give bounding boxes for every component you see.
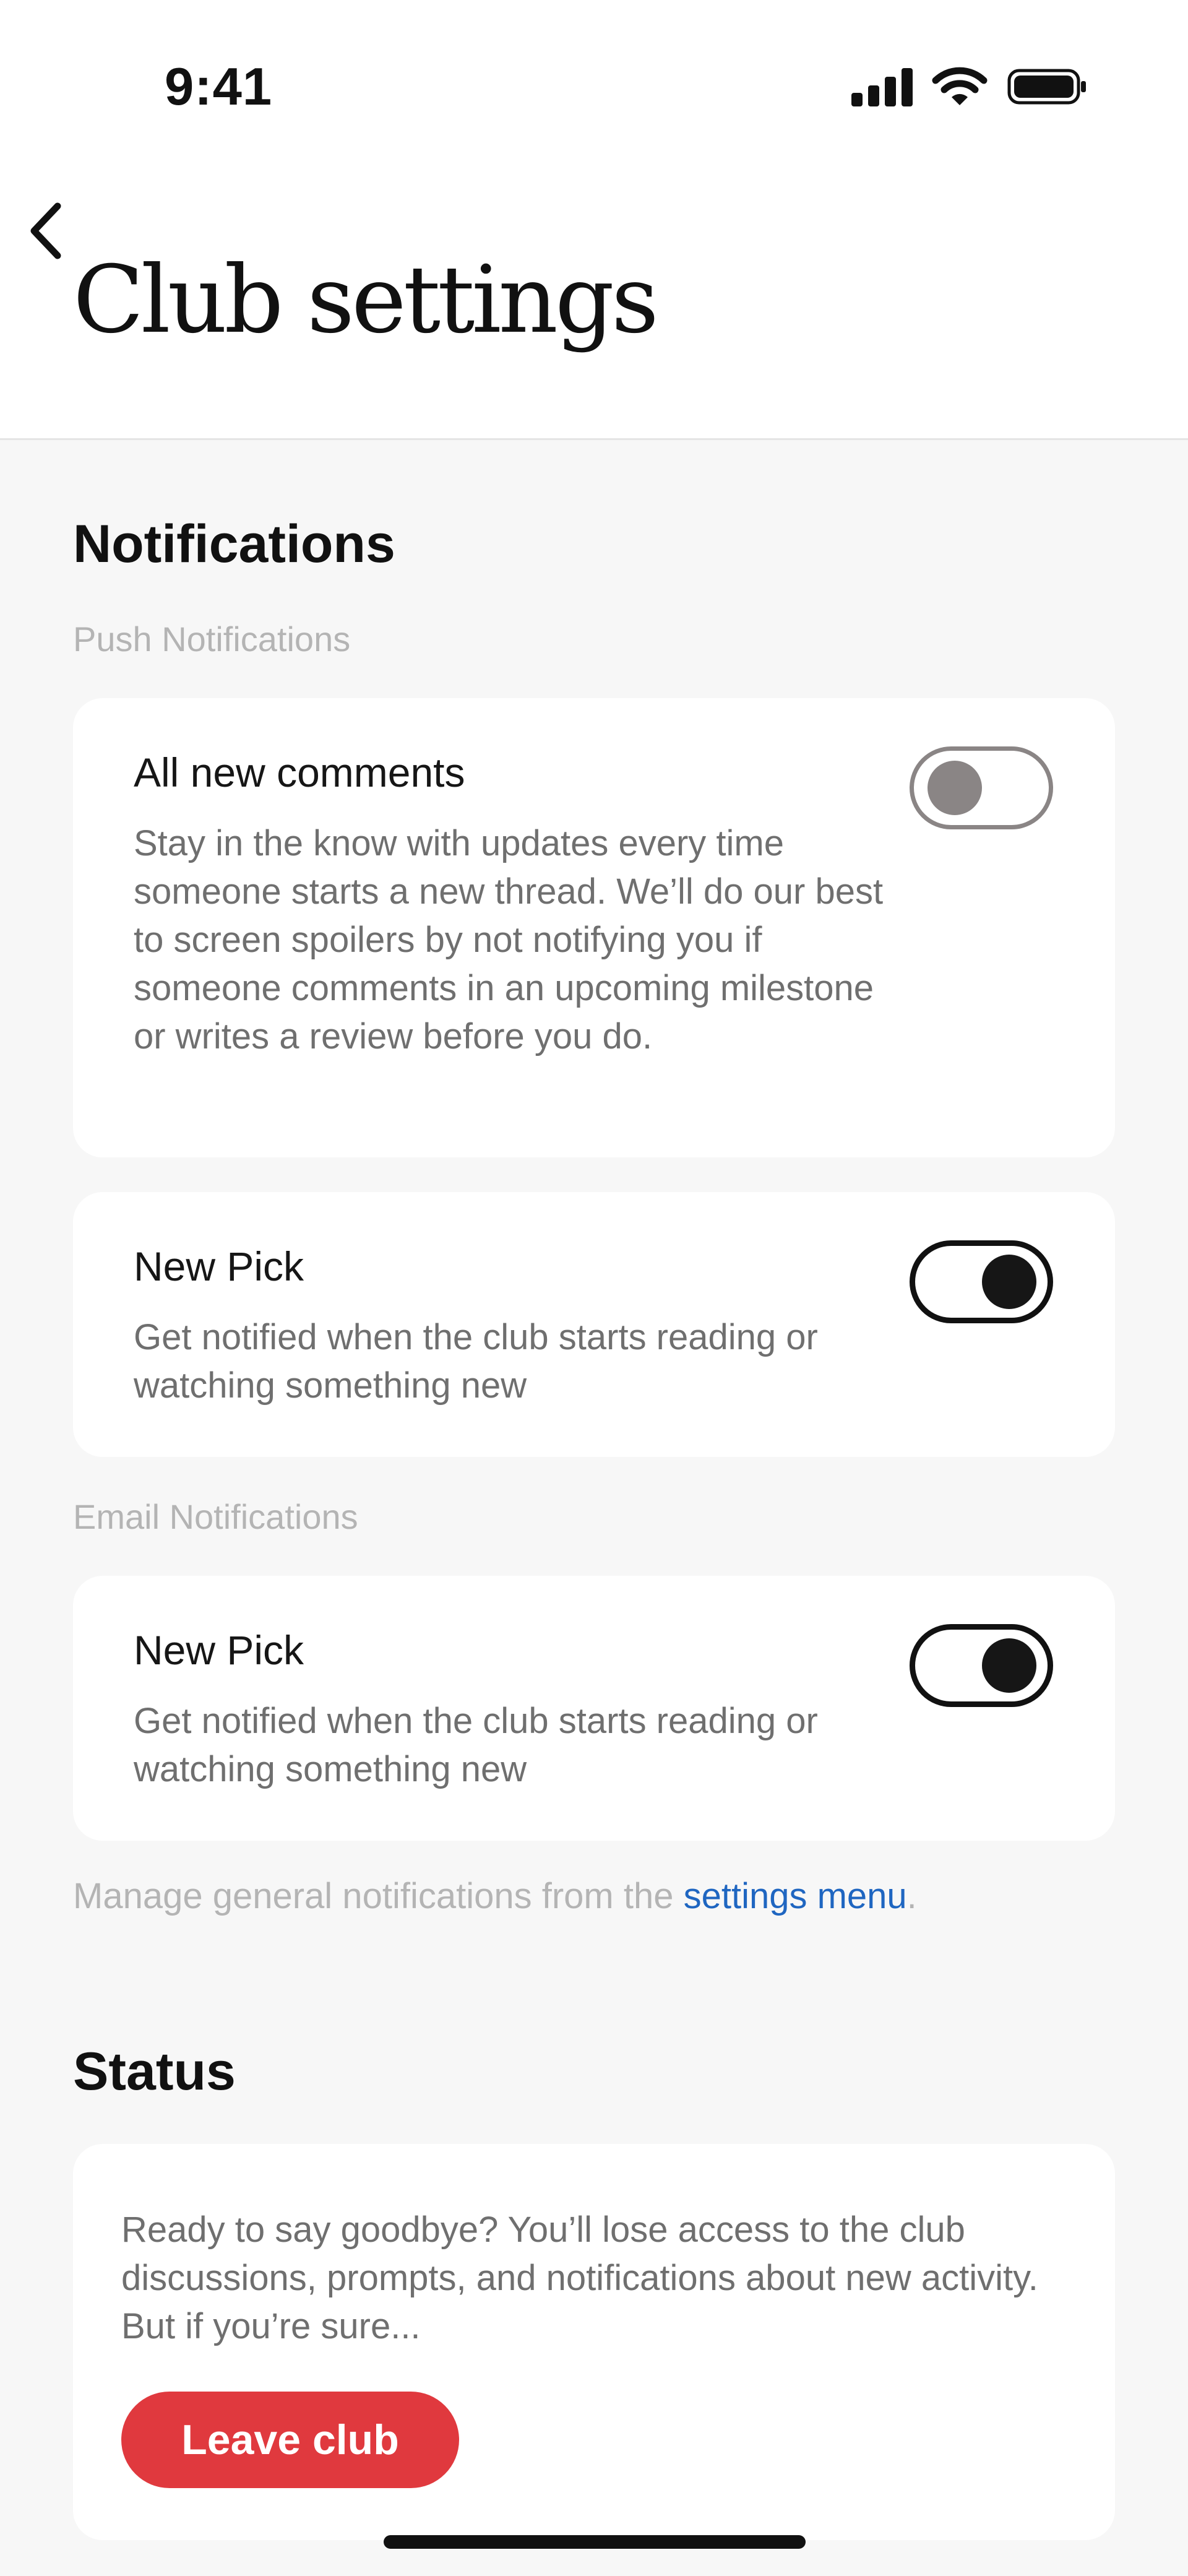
status-card: Ready to say goodbye? You’ll lose access… (73, 2144, 1115, 2540)
setting-description: Get notified when the club starts readin… (134, 1701, 818, 1789)
status-description: Ready to say goodbye? You’ll lose access… (121, 2210, 1038, 2346)
status-time: 9:41 (165, 58, 273, 116)
chevron-left-icon (30, 202, 61, 259)
back-button[interactable] (21, 197, 71, 265)
status-heading: Status (73, 2042, 236, 2101)
setting-title: New Pick (134, 1243, 304, 1289)
toggle-email-new-pick[interactable] (910, 1624, 1053, 1707)
settings-menu-link[interactable]: settings menu (684, 1876, 907, 1916)
toggle-all-new-comments[interactable] (910, 746, 1053, 829)
wifi-icon (932, 67, 988, 105)
header: 9:41 Club settings (0, 0, 1188, 440)
email-notifications-label: Email Notifications (73, 1497, 358, 1536)
setting-title: All new comments (134, 750, 465, 795)
leave-club-button[interactable]: Leave club (121, 2392, 459, 2488)
page-title: Club settings (73, 246, 659, 354)
setting-card-email-new-pick: New Pick Get notified when the club star… (73, 1576, 1115, 1841)
notifications-heading: Notifications (73, 514, 395, 574)
setting-description: Get notified when the club starts readin… (134, 1317, 818, 1406)
toggle-push-new-pick[interactable] (910, 1240, 1053, 1323)
home-indicator (384, 2535, 806, 2549)
setting-card-push-new-pick: New Pick Get notified when the club star… (73, 1192, 1115, 1457)
setting-description: Stay in the know with updates every time… (134, 823, 884, 1057)
battery-icon (1007, 69, 1086, 105)
setting-card-all-comments: All new comments Stay in the know with u… (73, 698, 1115, 1157)
push-notifications-label: Push Notifications (73, 620, 351, 659)
notifications-footnote: Manage general notifications from the se… (73, 1876, 917, 1916)
cellular-signal-icon (851, 67, 913, 106)
setting-title: New Pick (134, 1627, 304, 1673)
